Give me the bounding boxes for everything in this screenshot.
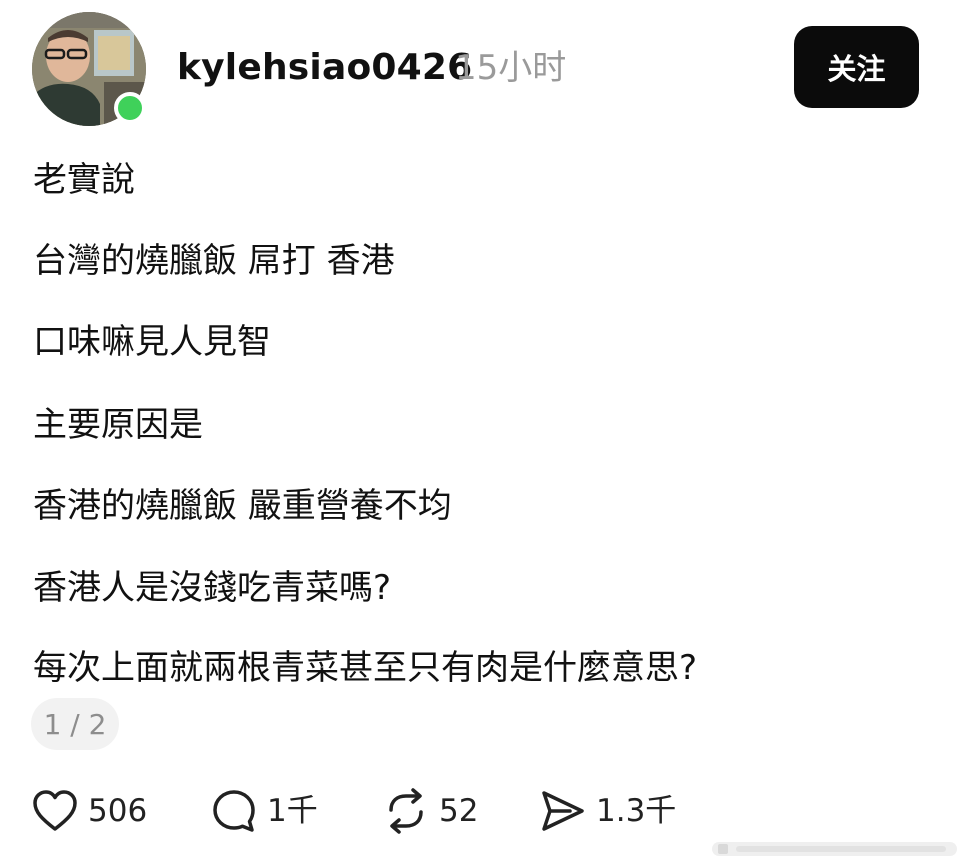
- post-text-line: 主要原因是: [33, 405, 203, 445]
- share-button[interactable]: 1.3千: [540, 786, 676, 836]
- like-button[interactable]: 506: [32, 786, 147, 836]
- repost-button[interactable]: 52: [383, 786, 478, 836]
- follow-button[interactable]: 关注: [794, 26, 919, 108]
- heart-icon: [32, 789, 78, 833]
- post-text-line: 香港的燒臘飯 嚴重營養不均: [33, 486, 452, 526]
- comment-button[interactable]: 1千: [211, 786, 318, 836]
- post-text-line: 每次上面就兩根青菜甚至只有肉是什麼意思?: [33, 648, 698, 688]
- send-icon: [540, 788, 586, 834]
- post-text-line: 台灣的燒臘飯 屌打 香港: [33, 241, 395, 281]
- post-text-line: 口味嘛見人見智: [33, 322, 271, 362]
- online-status-indicator: [114, 92, 146, 124]
- repost-icon: [383, 788, 429, 834]
- share-count: 1.3千: [596, 793, 677, 829]
- watermark: [712, 834, 957, 862]
- repost-count: 52: [439, 793, 479, 829]
- comment-count: 1千: [267, 793, 318, 829]
- post-text-line: 香港人是沒錢吃青菜嗎?: [33, 568, 392, 608]
- author-avatar[interactable]: [32, 12, 146, 126]
- author-username[interactable]: kylehsiao0426: [177, 44, 472, 92]
- post-timestamp: 15小时: [455, 48, 567, 88]
- comment-bubble-icon: [211, 788, 257, 834]
- page-indicator: 1 / 2: [31, 698, 119, 750]
- post-text-line: 老實說: [33, 160, 135, 200]
- like-count: 506: [88, 793, 148, 829]
